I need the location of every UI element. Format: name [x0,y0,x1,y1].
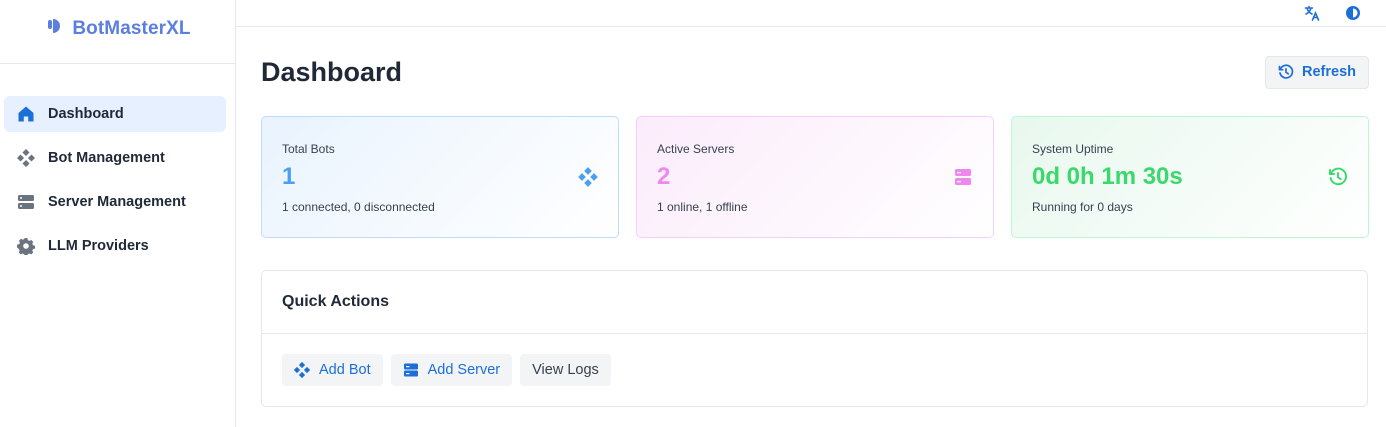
add-bot-button[interactable]: Add Bot [282,354,383,386]
server-icon [403,362,419,378]
sidebar-item-label: Server Management [48,194,186,210]
content: Dashboard Refresh Total Bots 1 1 connect… [236,27,1386,407]
add-server-button[interactable]: Add Server [390,354,513,386]
translate-icon[interactable] [1303,5,1320,22]
main-area: Dashboard Refresh Total Bots 1 1 connect… [236,0,1386,427]
sidebar-item-bot-management[interactable]: Bot Management [4,140,226,176]
brand-name: BotMasterXL [72,17,191,39]
quick-actions-body: Add Bot Add Server View Logs [262,334,1367,386]
sidebar-item-label: Dashboard [48,106,124,122]
stats-row: Total Bots 1 1 connected, 0 disconnected… [261,116,1369,238]
sidebar-item-dashboard[interactable]: Dashboard [4,96,226,132]
sidebar-item-server-management[interactable]: Server Management [4,184,226,220]
theme-toggle-icon[interactable] [1344,5,1361,22]
quick-actions-title: Quick Actions [282,293,389,310]
stat-value: 2 [657,163,671,190]
stat-value: 1 [282,163,296,190]
stat-card-active-servers: Active Servers 2 1 online, 1 offline [636,116,994,238]
stat-label: Active Servers [657,142,735,156]
server-icon [17,193,35,211]
view-logs-label: View Logs [532,362,599,378]
stat-card-system-uptime: System Uptime 0d 0h 1m 30s Running for 0… [1011,116,1369,238]
bot-grid-icon [294,362,310,378]
refresh-label: Refresh [1302,64,1356,80]
page-title: Dashboard [261,56,403,87]
topbar [236,0,1386,27]
brand[interactable]: BotMasterXL [0,0,235,64]
stat-label: System Uptime [1032,142,1114,156]
home-icon [17,105,35,123]
add-bot-label: Add Bot [319,362,371,378]
app-root: BotMasterXL Dashboard Bot Management Ser… [0,0,1386,427]
sidebar-nav: Dashboard Bot Management Server Manageme… [0,64,235,264]
sidebar-item-label: Bot Management [48,150,165,166]
stat-subtext: 1 online, 1 offline [657,200,748,214]
quick-actions-header: Quick Actions [262,271,1367,334]
view-logs-button[interactable]: View Logs [520,354,611,386]
stat-subtext: Running for 0 days [1032,200,1133,214]
brand-logo-icon [44,16,64,41]
quick-actions-panel: Quick Actions Add Bot Add Server View Lo… [261,270,1368,407]
stat-value: 0d 0h 1m 30s [1032,163,1183,190]
gear-icon [17,237,35,255]
clock-icon [1328,167,1348,187]
sidebar-item-llm-providers[interactable]: LLM Providers [4,228,226,264]
bot-grid-icon [578,167,598,187]
bot-grid-icon [17,149,35,167]
stat-label: Total Bots [282,142,335,156]
server-icon [953,167,973,187]
sidebar: BotMasterXL Dashboard Bot Management Ser… [0,0,236,427]
sidebar-item-label: LLM Providers [48,238,149,254]
history-icon [1278,64,1294,80]
page-header: Dashboard Refresh [261,27,1369,116]
stat-card-total-bots: Total Bots 1 1 connected, 0 disconnected [261,116,619,238]
stat-subtext: 1 connected, 0 disconnected [282,200,435,214]
add-server-label: Add Server [427,362,501,378]
refresh-button[interactable]: Refresh [1265,55,1369,89]
